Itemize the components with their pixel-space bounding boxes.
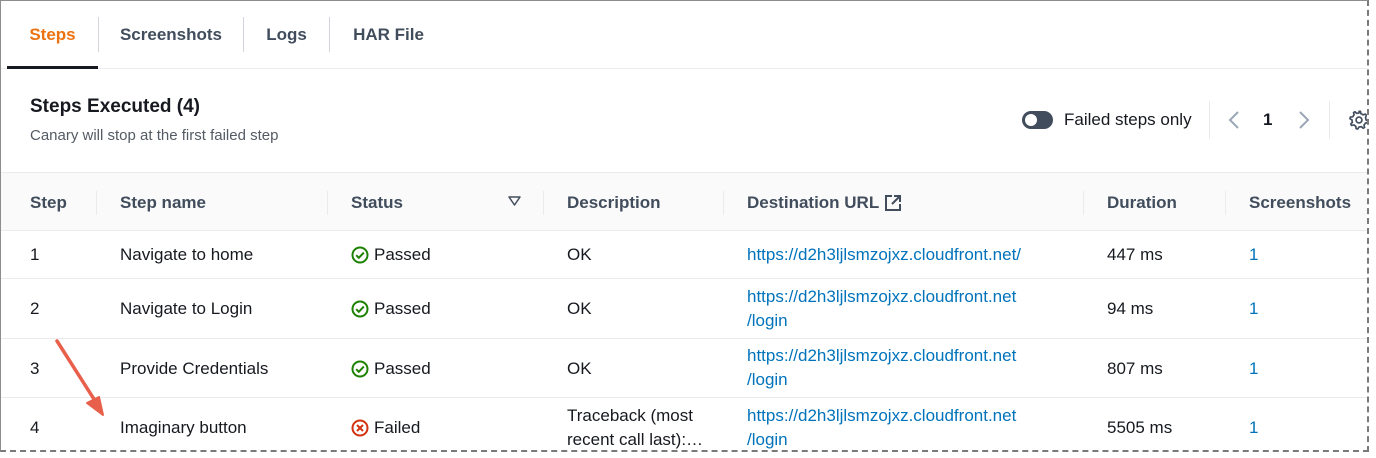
column-divider	[1225, 191, 1226, 215]
status-label: Failed	[374, 418, 421, 437]
chevron-right-icon	[1299, 111, 1310, 129]
gear-icon[interactable]	[1348, 109, 1369, 131]
steps-executed-description: Canary will stop at the first failed ste…	[30, 127, 279, 144]
status-label: Passed	[374, 245, 431, 264]
tab-screenshots[interactable]: Screenshots	[99, 1, 243, 69]
url-line: /login	[747, 370, 788, 389]
tab-logs[interactable]: Logs	[244, 1, 329, 69]
column-header-destination-url-label: Destination URL	[747, 192, 880, 212]
previous-page-button[interactable]	[1223, 108, 1245, 132]
chevron-left-icon	[1228, 111, 1239, 129]
column-header-status[interactable]: Status	[351, 173, 403, 232]
column-divider	[96, 191, 97, 215]
step-duration: 447 ms	[1107, 245, 1163, 264]
toolbar-divider	[1209, 101, 1210, 139]
step-duration: 94 ms	[1107, 299, 1154, 318]
column-divider	[327, 191, 328, 215]
url-line: https://d2h3ljlsmzojxz.cloudfront.net	[747, 406, 1017, 425]
screenshots-link[interactable]: 1	[1249, 339, 1258, 398]
column-header-destination-url: Destination URL	[747, 173, 902, 232]
step-description: OK	[567, 358, 592, 378]
column-divider	[1083, 191, 1084, 215]
step-number: 1	[30, 245, 40, 264]
status-badge: Passed	[351, 339, 431, 398]
destination-url-link[interactable]: https://d2h3ljlsmzojxz.cloudfront.net /l…	[747, 285, 1016, 333]
column-divider	[543, 191, 544, 215]
tab-bar: Steps Screenshots Logs HAR File	[1, 1, 1367, 69]
url-line: https://d2h3ljlsmzojxz.cloudfront.net	[747, 346, 1017, 365]
current-page-number[interactable]: 1	[1263, 110, 1272, 130]
table-row: 1 Navigate to home Passed OK https://d2h…	[1, 231, 1367, 279]
column-header-description: Description	[567, 192, 661, 212]
table-row: 4 Imaginary button Failed Traceback (mos…	[1, 398, 1367, 450]
destination-url-link[interactable]: https://d2h3ljlsmzojxz.cloudfront.net /l…	[747, 404, 1017, 450]
active-tab-indicator	[7, 66, 98, 69]
status-badge: Passed	[351, 279, 431, 339]
status-label: Passed	[374, 358, 431, 378]
column-header-duration: Duration	[1107, 192, 1177, 212]
tab-har-file[interactable]: HAR File	[330, 1, 447, 69]
destination-url-link[interactable]: https://d2h3ljlsmzojxz.cloudfront.net /l…	[747, 344, 1016, 392]
screenshots-link[interactable]: 1	[1249, 279, 1258, 339]
check-circle-icon	[351, 246, 369, 264]
step-duration: 807 ms	[1107, 358, 1163, 378]
table-row: 2 Navigate to Login Passed OK https://d2…	[1, 279, 1367, 339]
screenshots-link[interactable]: 1	[1249, 398, 1258, 450]
column-header-screenshots: Screenshots	[1249, 192, 1352, 212]
status-label: Passed	[374, 299, 431, 318]
external-link-icon	[885, 194, 902, 211]
failed-steps-toggle-label: Failed steps only	[1064, 110, 1192, 129]
step-name: Provide Credentials	[120, 358, 269, 378]
x-circle-icon	[351, 419, 369, 437]
step-description: OK	[567, 245, 592, 264]
table-row: 3 Provide Credentials Passed OK https://…	[1, 339, 1367, 398]
next-page-button[interactable]	[1293, 108, 1315, 132]
column-header-step-name: Step name	[120, 192, 206, 212]
step-number: 4	[30, 418, 40, 437]
steps-executed-title: Steps Executed (4)	[30, 96, 200, 117]
steps-table-header: Step Step name Status Description Destin…	[1, 172, 1367, 232]
destination-url-link[interactable]: https://d2h3ljlsmzojxz.cloudfront.net/	[747, 231, 1021, 279]
status-badge: Failed	[351, 398, 421, 450]
column-header-step: Step	[30, 192, 67, 212]
url-line: https://d2h3ljlsmzojxz.cloudfront.net	[747, 287, 1017, 306]
description-line: Traceback (most	[567, 406, 693, 425]
column-divider	[723, 191, 724, 215]
step-number: 3	[30, 358, 40, 378]
filter-dropdown-icon[interactable]	[508, 196, 521, 207]
status-badge: Passed	[351, 231, 431, 279]
annotation-arrow-icon	[55, 339, 104, 416]
step-duration: 5505 ms	[1107, 418, 1173, 437]
step-description[interactable]: Traceback (most recent call last):…	[567, 404, 703, 450]
failed-steps-toggle[interactable]	[1022, 111, 1053, 129]
step-name: Navigate to Login	[120, 299, 253, 318]
check-circle-icon	[351, 300, 369, 318]
canary-run-panel: Steps Screenshots Logs HAR File Steps Ex…	[0, 0, 1369, 452]
step-description: OK	[567, 299, 592, 318]
url-line: /login	[747, 430, 788, 449]
screenshots-link[interactable]: 1	[1249, 231, 1258, 279]
check-circle-icon	[351, 360, 369, 377]
description-line: recent call last):…	[567, 428, 703, 450]
step-name: Navigate to home	[120, 245, 254, 264]
url-line: /login	[747, 311, 788, 330]
toggle-knob	[1025, 114, 1037, 126]
step-number: 2	[30, 299, 40, 318]
step-name: Imaginary button	[120, 418, 247, 437]
toolbar-divider	[1329, 101, 1330, 139]
tab-steps[interactable]: Steps	[7, 1, 98, 69]
